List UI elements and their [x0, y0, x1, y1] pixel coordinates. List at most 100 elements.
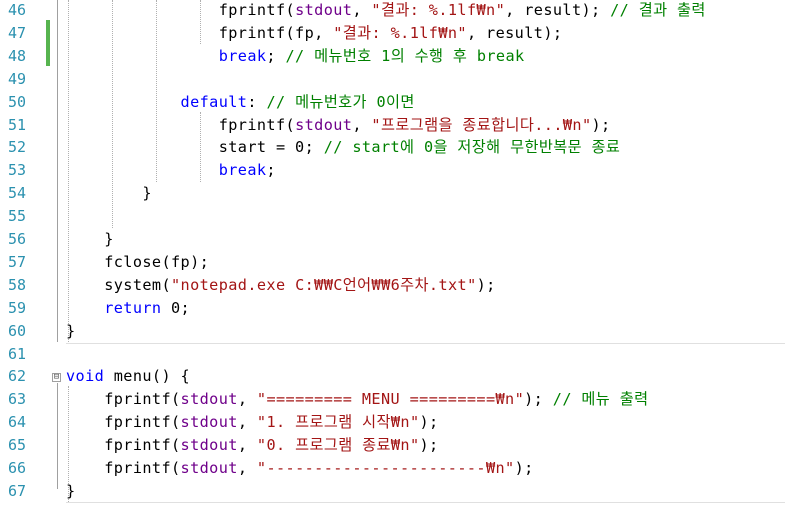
code-line[interactable]: 65 fprintf(stdout, "0. 프로그램 종료₩n");: [0, 434, 785, 457]
code-token: "0. 프로그램 종료₩n": [256, 436, 420, 455]
code-line[interactable]: 51 fprintf(stdout, "프로그램을 종료합니다...₩n");: [0, 114, 785, 137]
code-token: }: [66, 321, 76, 340]
code-text: fprintf(stdout, "0. 프로그램 종료₩n");: [66, 434, 439, 457]
code-token: stdout: [295, 115, 353, 134]
line-number: 63: [7, 390, 26, 409]
code-text: fprintf(fp, "결과: %.1lf₩n", result);: [66, 22, 562, 45]
code-token: // 결과 출력: [610, 1, 706, 19]
code-token: }: [66, 481, 76, 500]
code-line[interactable]: 47 fprintf(fp, "결과: %.1lf₩n", result);: [0, 22, 785, 45]
line-number: 64: [7, 413, 26, 432]
code-line[interactable]: 66 fprintf(stdout, "--------------------…: [0, 457, 785, 480]
code-line[interactable]: 56 }: [0, 228, 785, 251]
line-number: 59: [7, 298, 26, 317]
code-token: fprintf(: [218, 1, 296, 19]
code-token: , result);: [466, 23, 563, 42]
code-line[interactable]: 59 return 0;: [0, 297, 785, 320]
code-line[interactable]: 64 fprintf(stdout, "1. 프로그램 시작₩n");: [0, 411, 785, 434]
code-line[interactable]: 46 fprintf(stdout, "결과: %.1lf₩n", result…: [0, 0, 785, 22]
code-token: ;: [266, 46, 286, 65]
line-number: 51: [7, 115, 26, 134]
code-text: fprintf(stdout, "1. 프로그램 시작₩n");: [66, 411, 439, 434]
code-token: stdout: [295, 1, 353, 19]
code-token: "결과: %.1lf₩n": [333, 23, 467, 42]
code-token: );: [524, 390, 553, 409]
code-text: }: [66, 480, 76, 503]
code-token: system(: [104, 275, 171, 294]
code-token: fprintf(fp,: [218, 23, 334, 42]
code-token: ,: [352, 1, 372, 19]
line-number: 54: [7, 184, 26, 203]
code-token: void: [66, 367, 105, 386]
code-text: void menu() {: [66, 365, 190, 388]
code-token: "notepad.exe C:₩₩C언어₩₩6주차.txt": [171, 275, 477, 294]
code-token: fprintf(: [218, 115, 296, 134]
code-text: break; // 메뉴번호 1의 수행 후 break: [66, 45, 525, 68]
code-text: }: [66, 228, 114, 251]
code-line[interactable]: 57 fclose(fp);: [0, 251, 785, 274]
code-token: );: [419, 413, 439, 432]
code-line[interactable]: 67}: [0, 480, 785, 503]
code-text: fprintf(stdout, "결과: %.1lf₩n", result); …: [66, 0, 706, 22]
code-line[interactable]: 55: [0, 205, 785, 228]
line-number: 57: [7, 252, 26, 271]
code-token: );: [591, 115, 611, 134]
code-token: ,: [237, 390, 257, 409]
code-text: fprintf(stdout, "프로그램을 종료합니다...₩n");: [66, 114, 611, 137]
code-token: "========= MENU =========₩n": [256, 390, 525, 409]
code-line[interactable]: 54 }: [0, 182, 785, 205]
code-line[interactable]: 50 default: // 메뉴번호가 0이면: [0, 91, 785, 114]
code-token: menu() {: [104, 367, 191, 386]
code-line[interactable]: 62 void menu() {: [0, 365, 785, 388]
code-line[interactable]: 63 fprintf(stdout, "========= MENU =====…: [0, 388, 785, 411]
code-token: stdout: [180, 459, 238, 477]
code-editor[interactable]: ⊟ 46 fprintf(stdout, "결과: %.1lf₩n", resu…: [0, 0, 785, 511]
code-line[interactable]: 53 break;: [0, 159, 785, 182]
code-token: "결과: %.1lf₩n": [371, 1, 506, 19]
line-number: 56: [7, 230, 26, 248]
code-token: ,: [237, 436, 257, 455]
code-text: break;: [66, 159, 276, 182]
code-token: );: [514, 459, 534, 477]
code-token: :: [247, 92, 267, 111]
line-number: 48: [7, 46, 26, 65]
code-line[interactable]: 60}: [0, 320, 785, 343]
line-number: 60: [7, 321, 26, 340]
code-text: start = 0; // start에 0을 저장해 무한반복문 종료: [66, 136, 620, 159]
code-text: fprintf(stdout, "========= MENU ========…: [66, 388, 648, 411]
code-token: );: [419, 436, 439, 455]
code-text: default: // 메뉴번호가 0이면: [66, 91, 415, 114]
code-token: // 메뉴번호 1의 수행 후 break: [285, 46, 525, 65]
code-token: return: [104, 298, 162, 317]
code-token: ;: [266, 161, 276, 180]
code-token: // 메뉴번호가 0이면: [266, 92, 415, 111]
code-token: ,: [237, 459, 257, 477]
code-token: break: [218, 46, 267, 65]
code-token: default: [180, 92, 248, 111]
line-number: 61: [7, 344, 26, 363]
code-token: // 메뉴 출력: [552, 390, 649, 409]
code-text: system("notepad.exe C:₩₩C언어₩₩6주차.txt");: [66, 274, 496, 297]
code-token: ,: [352, 115, 372, 134]
line-number: 53: [7, 161, 26, 180]
code-token: stdout: [180, 436, 238, 455]
code-token: fprintf(: [104, 459, 181, 477]
code-line[interactable]: 49: [0, 68, 785, 91]
code-line[interactable]: 52 start = 0; // start에 0을 저장해 무한반복문 종료: [0, 136, 785, 159]
code-line[interactable]: 61: [0, 343, 785, 366]
code-text: }: [66, 320, 76, 343]
code-line[interactable]: 58 system("notepad.exe C:₩₩C언어₩₩6주차.txt"…: [0, 274, 785, 297]
code-line[interactable]: 48 break; // 메뉴번호 1의 수행 후 break: [0, 45, 785, 68]
code-token: "프로그램을 종료합니다...₩n": [371, 115, 592, 134]
line-number: 50: [7, 92, 26, 111]
code-text: }: [66, 182, 152, 205]
